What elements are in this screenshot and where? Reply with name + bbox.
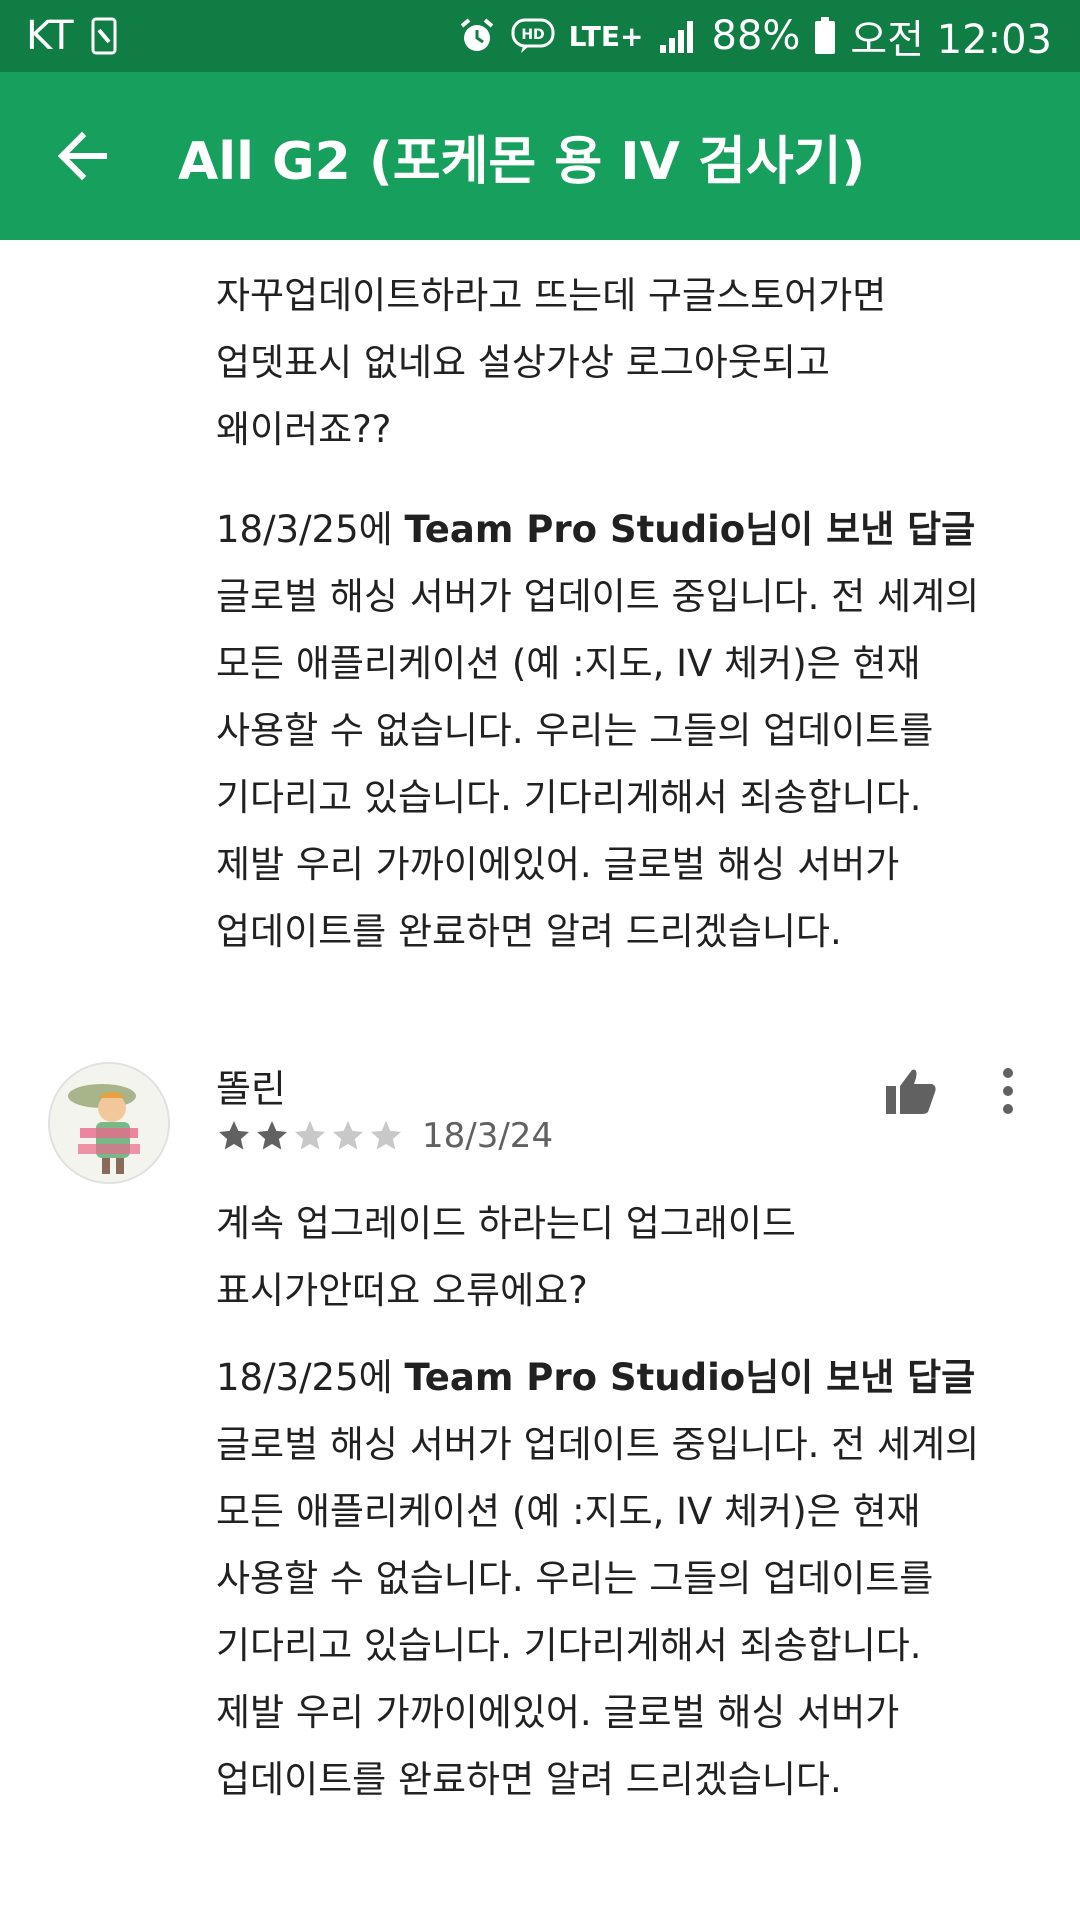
battery-percent: 88% (711, 13, 801, 59)
network-label: LTE+ (568, 19, 644, 53)
star-rating (216, 1118, 404, 1154)
reply-suffix: 님이 보낸 답글 (745, 508, 976, 551)
status-bar: KT HD LTE+ 88% 오전 12:03 (0, 0, 1080, 72)
review-date: 18/3/24 (422, 1116, 554, 1156)
reply-text: 글로벌 해싱 서버가 업데이트 중입니다. 전 세계의 모든 애플리케이션 (예… (216, 575, 980, 953)
star-empty-icon (333, 1121, 363, 1150)
clock: 오전 12:03 (850, 17, 1052, 63)
reply-text: 글로벌 해싱 서버가 업데이트 중입니다. 전 세계의 모든 애플리케이션 (예… (216, 1423, 980, 1801)
star-empty-icon (371, 1121, 401, 1150)
review-body: 자꾸업데이트하라고 뜨는데 구글스토어가면 업뎃표시 없네요 설상가상 로그아웃… (216, 274, 887, 451)
reply-developer: Team Pro Studio (404, 1356, 746, 1399)
signal-icon (658, 17, 698, 55)
avatar (48, 1062, 170, 1184)
star-filled-icon (257, 1121, 287, 1150)
reply-developer: Team Pro Studio (404, 508, 746, 551)
reply-header: 18/3/25에 Team Pro Studio님이 보낸 답글 (216, 496, 1056, 563)
thumbs-up-icon (886, 1069, 936, 1114)
notification-icon (90, 16, 118, 56)
reply-header: 18/3/25에 Team Pro Studio님이 보낸 답글 (216, 1344, 1056, 1411)
back-arrow-icon (57, 131, 107, 181)
svg-text:HD: HD (521, 27, 544, 43)
app-bar: All G2 (포케몬 용 IV 검사기) (0, 72, 1080, 240)
hd-voice-icon: HD (511, 18, 555, 54)
reply-date: 18/3/25에 (216, 508, 393, 551)
page-title: All G2 (포케몬 용 IV 검사기) (178, 131, 866, 192)
reply-suffix: 님이 보낸 답글 (745, 1356, 976, 1399)
more-vert-icon (1003, 1068, 1013, 1114)
review-author: 똘린 (216, 1067, 286, 1111)
star-filled-icon (219, 1121, 249, 1150)
alarm-icon (457, 16, 497, 56)
reply-date: 18/3/25에 (216, 1356, 393, 1399)
rating-row: 18/3/24 (216, 1116, 553, 1156)
review-body: 계속 업그레이드 하라는디 업그래이드 표시가안떠요 오류에요? (216, 1202, 796, 1312)
carrier-label: KT (26, 13, 74, 59)
developer-reply: 18/3/25에 Team Pro Studio님이 보낸 답글 글로벌 해싱 … (216, 1344, 1056, 1813)
battery-icon (814, 17, 836, 55)
star-empty-icon (295, 1121, 325, 1150)
developer-reply: 18/3/25에 Team Pro Studio님이 보낸 답글 글로벌 해싱 … (216, 496, 1056, 965)
helpful-button[interactable] (876, 1056, 946, 1126)
back-button[interactable] (22, 96, 142, 216)
more-options-button[interactable] (978, 1056, 1038, 1126)
